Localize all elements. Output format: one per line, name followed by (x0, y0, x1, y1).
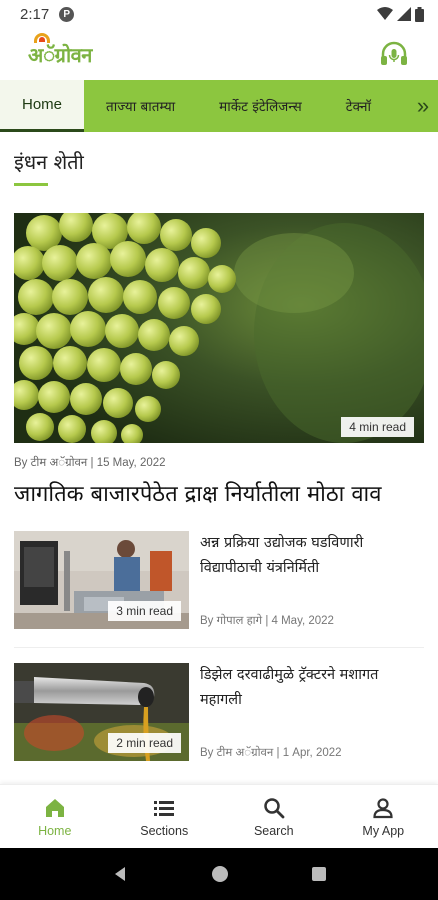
section-title: इंधन शेती (14, 150, 84, 174)
system-nav-bar (0, 848, 438, 900)
article-card[interactable]: 3 min read अन्न प्रक्रिया उद्योजक घडविणा… (14, 531, 430, 631)
section-underline (14, 183, 48, 186)
bottom-navigation: Home Sections Search My App (0, 784, 438, 848)
tab-market-intelligence[interactable]: मार्केट इंटेलिजन्स (197, 80, 324, 132)
bottom-nav-label: Search (253, 823, 294, 838)
bottom-nav-sections[interactable]: Sections (110, 785, 220, 848)
status-time: 2:17 (20, 5, 50, 23)
article-title[interactable]: अन्न प्रक्रिया उद्योजक घडविणारी विद्यापी… (200, 531, 418, 581)
bottom-nav-label: Sections (140, 823, 189, 838)
logo-sun-icon (34, 32, 50, 43)
tab-latest-news[interactable]: ताज्या बातम्या (84, 80, 197, 132)
tabs-more-chevron-icon[interactable]: » (408, 80, 438, 132)
podcast-headphones-icon[interactable] (378, 38, 410, 70)
home-icon (45, 798, 64, 817)
battery-icon (415, 6, 424, 22)
article-read-time-badge: 2 min read (108, 733, 181, 753)
article-card[interactable]: 2 min read डिझेल दरवाढीमुळे ट्रॅक्टरने म… (14, 663, 430, 763)
bottom-nav-label: Home (38, 823, 72, 838)
app-logo[interactable]: अॅग्रोवन (28, 32, 92, 68)
tab-home[interactable]: Home (0, 80, 85, 132)
hero-article-image[interactable]: 4 min read (14, 213, 424, 443)
hero-article-title[interactable]: जागतिक बाजारपेठेत द्राक्ष निर्यातीला मोठ… (14, 480, 430, 510)
bottom-nav-label: My App (362, 823, 405, 838)
tab-technology[interactable]: टेक्नॉ (324, 80, 393, 132)
logo-text: अॅग्रोवन (28, 42, 92, 67)
bottom-nav-my-app[interactable]: My App (329, 785, 438, 848)
article-thumbnail[interactable]: 3 min read (14, 531, 189, 629)
article-author-date: By टीम अॅग्रोवन | 1 Apr, 2022 (200, 747, 342, 759)
hero-author-date: By टीम अॅग्रोवन | 15 May, 2022 (14, 457, 166, 469)
list-icon (154, 800, 175, 816)
status-icons (377, 6, 424, 22)
wifi-icon (377, 7, 393, 20)
bottom-nav-search[interactable]: Search (219, 785, 329, 848)
search-icon (264, 797, 285, 818)
back-icon[interactable] (111, 865, 129, 883)
article-title[interactable]: डिझेल दरवाढीमुळे ट्रॅक्टरने मशागत महागली (200, 663, 418, 713)
article-author-date: By गोपाल हागे | 4 May, 2022 (200, 615, 334, 627)
grapes-image (14, 213, 424, 443)
app-notification-icon: P (59, 6, 75, 22)
category-tabs: Home ताज्या बातम्या मार्केट इंटेलिजन्स ट… (0, 80, 438, 132)
article-read-time-badge: 3 min read (108, 601, 181, 621)
status-bar: 2:17 P (0, 0, 438, 28)
signal-icon (397, 7, 411, 21)
recents-icon[interactable] (311, 866, 327, 882)
app-header: अॅग्रोवन (0, 28, 438, 80)
home-circle-icon[interactable] (211, 865, 229, 883)
divider (14, 647, 424, 648)
person-icon (373, 797, 393, 818)
bottom-nav-home[interactable]: Home (0, 785, 110, 848)
hero-read-time-badge: 4 min read (341, 417, 414, 437)
article-thumbnail[interactable]: 2 min read (14, 663, 189, 761)
